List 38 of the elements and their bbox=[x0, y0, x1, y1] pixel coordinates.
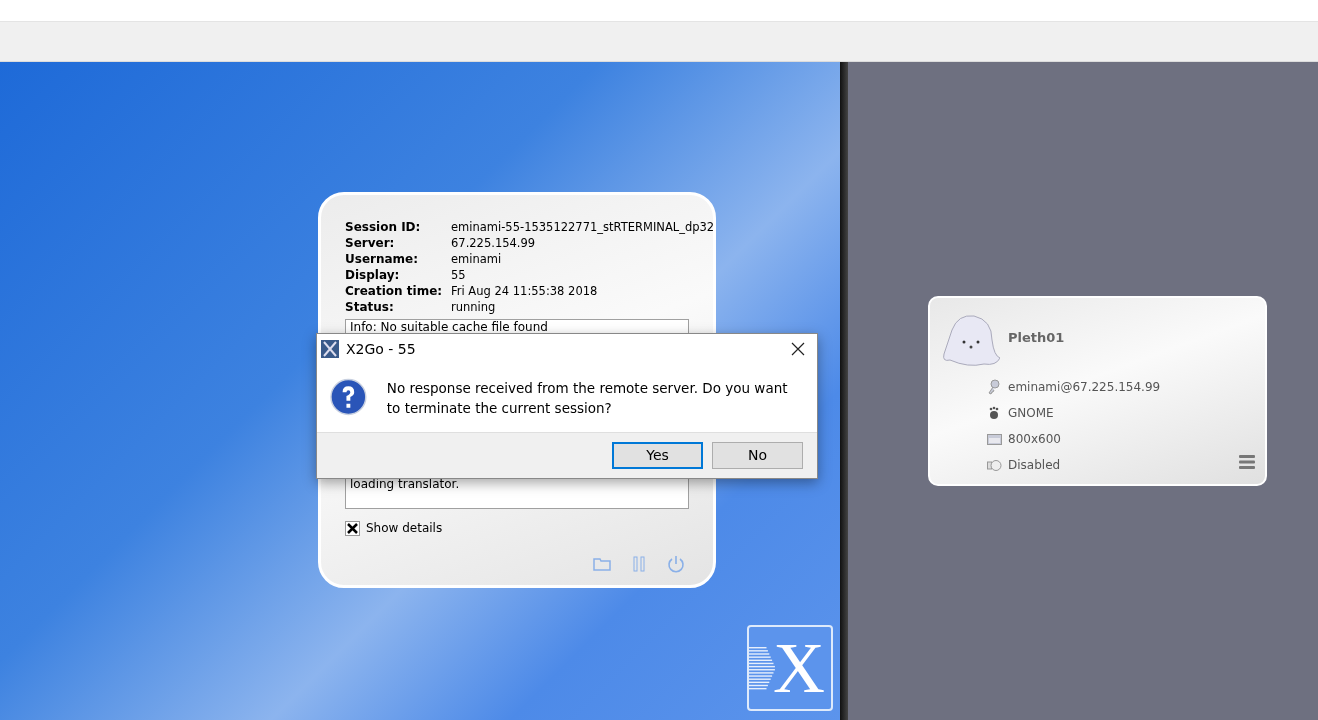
dialog-button[interactable]: Yes bbox=[612, 442, 703, 469]
field-value: 67.225.154.99 bbox=[451, 235, 537, 251]
session-detail: GNOME bbox=[1008, 405, 1054, 422]
field-value: eminami-55-1535122771_stRTERMINAL_dp32 bbox=[451, 219, 715, 235]
field-label: Username: bbox=[345, 251, 420, 267]
session-detail: eminami@67.225.154.99 bbox=[1008, 379, 1161, 396]
session-detail: 800x600 bbox=[1008, 431, 1061, 448]
field-label: Display: bbox=[345, 267, 401, 283]
pause-icon[interactable] bbox=[633, 556, 645, 572]
footprint-icon bbox=[988, 406, 1000, 420]
field-value: eminami bbox=[451, 251, 503, 267]
field-value: running bbox=[451, 299, 497, 315]
folder-icon[interactable] bbox=[593, 557, 611, 571]
show-details-checkbox[interactable]: Show details bbox=[345, 519, 689, 537]
dialog-title: X2Go - 55 bbox=[346, 339, 416, 359]
field-value: 55 bbox=[451, 267, 467, 283]
field-label: Status: bbox=[345, 299, 395, 315]
session-name: Pleth01 bbox=[1008, 329, 1065, 348]
key-icon bbox=[987, 379, 1001, 395]
log-line: loading translator. bbox=[350, 476, 461, 492]
question-icon bbox=[330, 378, 367, 416]
check-icon bbox=[347, 522, 358, 534]
dialog-message: No response received from the remote server. Do you want to terminate the current session? bbox=[386, 379, 789, 418]
session-detail: Disabled bbox=[1008, 457, 1061, 474]
log-line: Info: No suitable cache file found bbox=[350, 320, 549, 334]
monitor-icon bbox=[986, 433, 1002, 445]
speaker-icon bbox=[986, 458, 1002, 472]
field-label: Server: bbox=[345, 235, 396, 251]
dialog-button[interactable]: No bbox=[712, 442, 803, 469]
field-value: Fri Aug 24 11:55:38 2018 bbox=[451, 283, 599, 299]
field-label: Creation time: bbox=[345, 283, 444, 299]
field-label: Session ID: bbox=[345, 219, 422, 235]
close-icon[interactable] bbox=[791, 342, 805, 356]
session-card[interactable]: Pleth01 eminami@67.225.154.99 GNOME 800x600 Disabled bbox=[928, 296, 1267, 486]
app-icon bbox=[321, 340, 339, 358]
menu-icon[interactable] bbox=[1239, 454, 1255, 470]
logo: X bbox=[747, 625, 833, 711]
power-icon[interactable] bbox=[667, 555, 685, 573]
